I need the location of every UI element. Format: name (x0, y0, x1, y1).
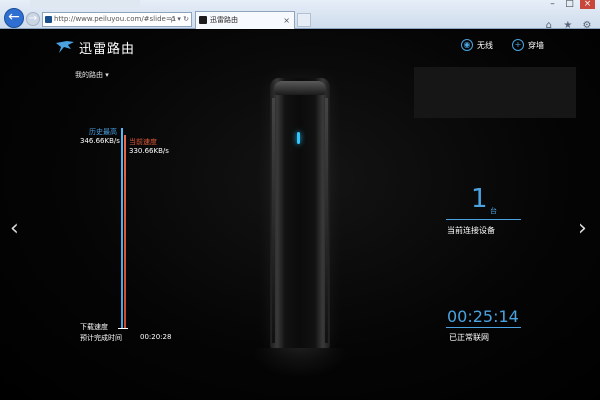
arrow-right-icon: → (28, 13, 38, 24)
address-bar[interactable]: http://www.peiluyou.com/#slide=1 ρ ▾ ↻ (42, 12, 192, 27)
device-unit: 台 (490, 207, 497, 215)
browser-tab[interactable]: 迅雷路由 × (195, 11, 295, 29)
maximize-button[interactable]: □ (562, 0, 577, 9)
plus-circle-icon: + (512, 39, 524, 51)
forward-button[interactable]: → (26, 12, 40, 26)
history-max-bar (121, 128, 123, 328)
eta-label: 预计完成时间 (80, 334, 122, 342)
next-slide-arrow-icon[interactable]: › (578, 218, 587, 240)
eta-value: 00:20:28 (140, 333, 172, 341)
connected-device-count: 1 (471, 184, 488, 214)
prev-slide-arrow-icon[interactable]: ‹ (10, 218, 19, 240)
arrow-left-icon: ← (8, 9, 20, 25)
history-max-value: 346.66KB/s (80, 137, 120, 145)
network-status-label: 已正常联网 (449, 333, 489, 342)
time-divider (446, 327, 521, 328)
device-divider (446, 219, 521, 220)
download-speed-label: 下载速度 (80, 323, 108, 331)
connected-device-label: 当前连接设备 (447, 226, 495, 235)
router-device-image (270, 78, 330, 348)
address-tools[interactable]: ρ ▾ ↻ (171, 13, 189, 26)
minimize-button[interactable]: – (545, 0, 560, 9)
browser-chrome: – □ × ← → http://www.peiluyou.com/#slide… (0, 0, 600, 31)
tab-close-icon[interactable]: × (283, 12, 290, 29)
new-tab-button[interactable] (297, 13, 311, 27)
close-window-button[interactable]: × (580, 0, 595, 9)
status-led (297, 132, 300, 144)
tab-favicon-icon (199, 16, 207, 24)
wireless-button[interactable]: ◉ 无线 (461, 37, 493, 53)
url-text: http://www.peiluyou.com/#slide=1 (54, 15, 177, 23)
back-button[interactable]: ← (4, 8, 24, 28)
current-speed-label: 当前速度 (129, 138, 157, 146)
tab-title: 迅雷路由 (210, 16, 238, 24)
wireless-label: 无线 (477, 40, 493, 50)
current-speed-bar (124, 135, 126, 328)
info-panel (414, 67, 576, 118)
wall-penetration-button[interactable]: + 穿墙 (512, 37, 544, 53)
online-time: 00:25:14 (447, 307, 519, 326)
app-logo: 迅雷路由 (55, 38, 136, 57)
bar-baseline (118, 328, 128, 329)
wall-label: 穿墙 (528, 40, 544, 50)
logo-text: 迅雷路由 (79, 41, 136, 57)
thunderbird-logo-icon (56, 41, 74, 53)
site-favicon-icon (45, 16, 52, 23)
my-router-dropdown[interactable]: 我的路由 ▾ (75, 70, 109, 80)
device-reflection (252, 348, 348, 378)
wifi-icon: ◉ (461, 39, 473, 51)
screen: – □ × ← → http://www.peiluyou.com/#slide… (0, 0, 600, 400)
current-speed-value: 330.66KB/s (129, 147, 169, 155)
router-app: 迅雷路由 我的路由 ▾ ◉ 无线 + 穿墙 ‹ › 历史最高 346.66KB/… (0, 30, 600, 400)
window-title (30, 0, 140, 8)
history-max-label: 历史最高 (89, 128, 117, 136)
